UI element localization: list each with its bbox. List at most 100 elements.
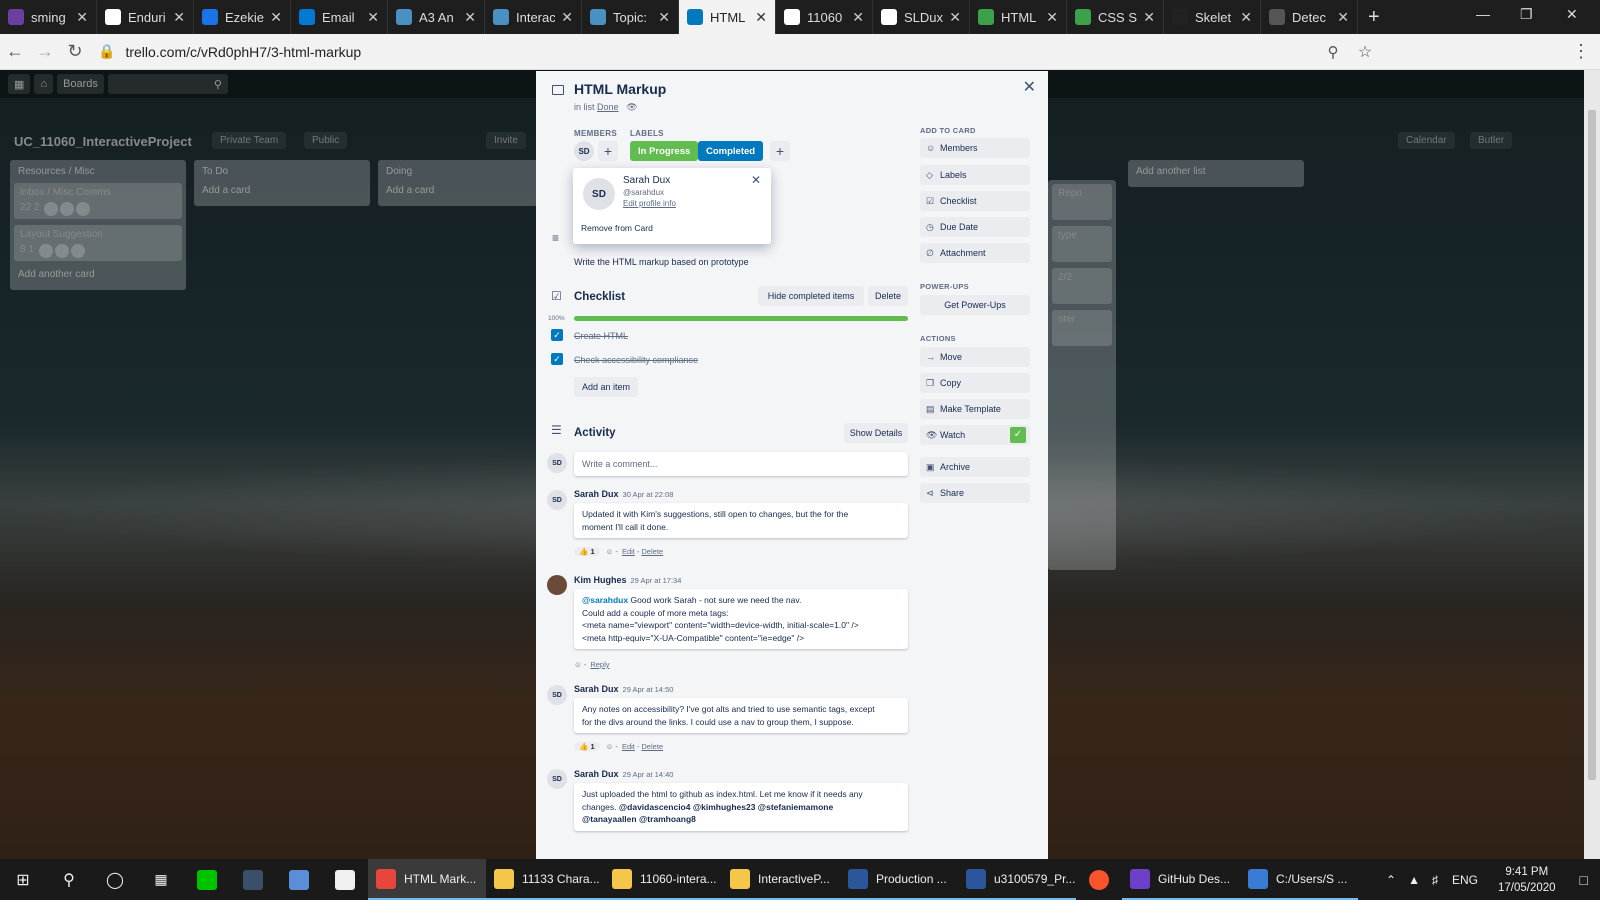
reply-link[interactable]: Reply: [590, 660, 609, 669]
chevron-up-icon[interactable]: ⌃: [1386, 873, 1396, 887]
close-icon[interactable]: ✕: [1143, 9, 1155, 26]
add-member-button[interactable]: +: [598, 141, 618, 161]
add-checklist-item-button[interactable]: Add an item: [574, 377, 638, 397]
browser-tab[interactable]: A3 An ✕: [388, 0, 485, 34]
checkbox[interactable]: ✓: [551, 353, 563, 365]
comment-input[interactable]: Write a comment...: [574, 452, 908, 476]
add-reaction-icon[interactable]: ☺: [606, 547, 614, 556]
taskbar-app[interactable]: InteractiveP...: [722, 859, 840, 900]
windows-start-icon[interactable]: ⊞: [0, 859, 46, 900]
comment-time[interactable]: 29 Apr at 17:34: [631, 576, 682, 585]
browser-tab[interactable]: CSS Sl ✕: [1067, 0, 1164, 34]
taskbar-app[interactable]: C:/Users/S ...: [1240, 859, 1358, 900]
brave-app-icon[interactable]: [1076, 859, 1122, 900]
close-icon[interactable]: ✕: [751, 173, 761, 187]
due-date-button[interactable]: ◷ Due Date: [920, 217, 1030, 237]
add-card-button[interactable]: Add a card: [382, 183, 534, 202]
hide-completed-button[interactable]: Hide completed items: [758, 286, 864, 306]
mention[interactable]: @davidascencio4 @kimhughes23 @stefaniema…: [619, 802, 833, 812]
boards-button[interactable]: Boards: [57, 74, 104, 94]
checklist-item[interactable]: Create HTML: [574, 331, 628, 341]
close-icon[interactable]: ✕: [755, 9, 767, 26]
delete-link[interactable]: Delete: [641, 547, 663, 556]
close-window-icon[interactable]: ✕: [1566, 6, 1578, 23]
new-tab-icon[interactable]: +: [1368, 6, 1380, 29]
language-indicator[interactable]: ENG: [1452, 873, 1478, 887]
close-icon[interactable]: ✕: [173, 9, 185, 26]
browser-tab[interactable]: 11060 ✕: [776, 0, 873, 34]
labels-button[interactable]: ◇ Labels: [920, 165, 1030, 185]
notifications-icon[interactable]: □: [1580, 872, 1588, 888]
browser-tab[interactable]: Detec ✕: [1261, 0, 1358, 34]
forward-icon[interactable]: →: [30, 41, 60, 62]
edit-link[interactable]: Edit: [622, 742, 635, 751]
comment-time[interactable]: 29 Apr at 14:50: [623, 685, 674, 694]
board-card[interactable]: 2/2: [1052, 268, 1112, 304]
taskbar-app[interactable]: HTML Mark...: [368, 859, 486, 900]
add-card-button[interactable]: Add another card: [14, 267, 182, 286]
browser-tab[interactable]: HTML ✕: [679, 0, 776, 34]
close-icon[interactable]: ✕: [270, 9, 282, 26]
back-icon[interactable]: ←: [0, 41, 30, 62]
browser-tab[interactable]: Topic: ✕: [582, 0, 679, 34]
share-button[interactable]: ⊲ Share: [920, 483, 1030, 503]
menu-icon[interactable]: ⋮: [1566, 41, 1596, 62]
apps-icon[interactable]: ▦: [8, 74, 31, 94]
taskbar-app[interactable]: 11060-intera...: [604, 859, 722, 900]
add-card-button[interactable]: Add a card: [198, 183, 366, 202]
add-reaction-icon[interactable]: ☺: [606, 742, 614, 751]
browser-tab[interactable]: Enduri ✕: [97, 0, 194, 34]
minimize-icon[interactable]: —: [1476, 6, 1490, 22]
comment-time[interactable]: 30 Apr at 22:08: [623, 490, 674, 499]
checkbox[interactable]: ✓: [551, 329, 563, 341]
close-icon[interactable]: ✕: [658, 9, 670, 26]
butler-button[interactable]: Butler: [1470, 132, 1513, 149]
edit-link[interactable]: Edit: [622, 547, 635, 556]
browser-tab[interactable]: Interac ✕: [485, 0, 582, 34]
page-scrollbar[interactable]: [1584, 70, 1600, 859]
delete-checklist-button[interactable]: Delete: [868, 286, 908, 306]
show-details-button[interactable]: Show Details: [844, 423, 908, 443]
list-link[interactable]: Done: [597, 102, 619, 112]
checklist-title[interactable]: Checklist: [574, 291, 625, 303]
archive-button[interactable]: ▣ Archive: [920, 457, 1030, 477]
copy-button[interactable]: ❐ Copy: [920, 373, 1030, 393]
url-field[interactable]: 🔒 trello.com/c/vRd0phH7/3-html-markup: [98, 43, 361, 60]
invite-button[interactable]: Invite: [486, 132, 526, 149]
bookmark-star-icon[interactable]: ☆: [1350, 42, 1380, 62]
thumbs-up-reaction[interactable]: 👍 1: [574, 547, 600, 556]
browser-tab[interactable]: SLDux ✕: [873, 0, 970, 34]
attachment-button[interactable]: ∅ Attachment: [920, 243, 1030, 263]
board-card[interactable]: oter: [1052, 310, 1112, 346]
add-reaction-icon[interactable]: ☺: [574, 660, 582, 669]
thumbs-up-reaction[interactable]: 👍 1: [574, 742, 600, 751]
close-icon[interactable]: ✕: [367, 9, 379, 26]
clock[interactable]: 9:41 PM 17/05/2020: [1498, 864, 1556, 896]
get-power-ups-button[interactable]: Get Power-Ups: [920, 295, 1030, 315]
mention[interactable]: @sarahdux: [582, 595, 628, 605]
board-visibility-team[interactable]: Private Team: [212, 132, 287, 149]
close-icon[interactable]: ✕: [561, 9, 573, 26]
taskbar-app[interactable]: Production ...: [840, 859, 958, 900]
comment-time[interactable]: 29 Apr at 14:40: [623, 770, 674, 779]
restore-icon[interactable]: ❐: [1520, 6, 1533, 23]
card-title[interactable]: HTML Markup: [574, 81, 666, 97]
calendar-button[interactable]: Calendar: [1398, 132, 1455, 149]
board-card[interactable]: Repo: [1052, 184, 1112, 220]
board-card[interactable]: Inbox / Misc Comms 22 2 DA SD SM: [14, 183, 182, 219]
browser-tab[interactable]: sming ✕: [0, 0, 97, 34]
board-card[interactable]: Layout Suggestion 8 1 DA SD SM: [14, 225, 182, 261]
zoom-icon[interactable]: ⚲: [1318, 43, 1348, 61]
close-icon[interactable]: ✕: [1023, 77, 1036, 97]
card-description[interactable]: Write the HTML markup based on prototype: [574, 257, 749, 267]
line-app-icon[interactable]: [184, 859, 230, 900]
browser-tab[interactable]: HTML ✕: [970, 0, 1067, 34]
network-icon[interactable]: ▲: [1408, 873, 1420, 887]
task-view-icon[interactable]: ▦: [138, 859, 184, 900]
taskbar-app[interactable]: GitHub Des...: [1122, 859, 1240, 900]
board-search[interactable]: ⚲: [107, 74, 228, 94]
close-icon[interactable]: ✕: [76, 9, 88, 26]
close-icon[interactable]: ✕: [852, 9, 864, 26]
volume-icon[interactable]: ♯: [1432, 873, 1438, 887]
browser-tab[interactable]: Ezekie ✕: [194, 0, 291, 34]
